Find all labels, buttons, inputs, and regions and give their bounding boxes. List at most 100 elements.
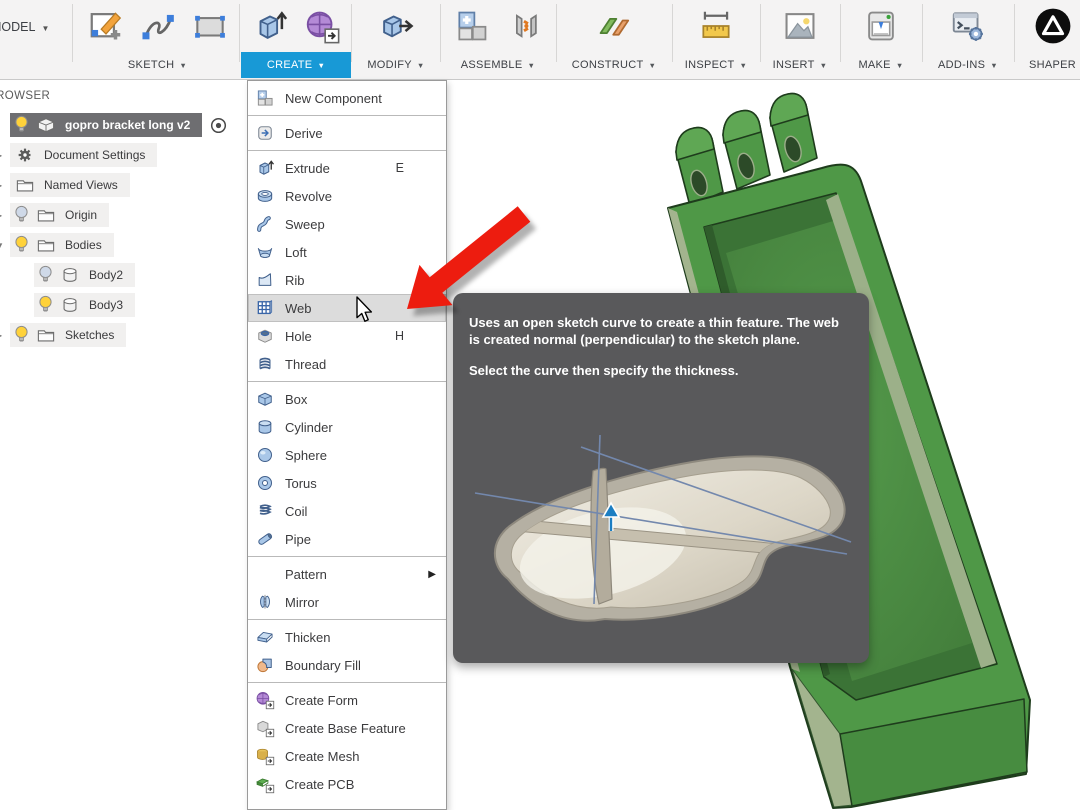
tab-add-ins[interactable]: ADD-INS▼ (923, 52, 1013, 78)
toolbar-group-construct: CONSTRUCT▼ (557, 0, 671, 79)
browser-item-document-settings[interactable]: ▶ Document Settings (0, 140, 246, 170)
menu-item-pipe[interactable]: Pipe (248, 525, 446, 553)
press-pull-icon[interactable] (375, 5, 417, 47)
menu-item-label: Derive (285, 126, 440, 141)
tab-sketch[interactable]: SKETCH▼ (76, 52, 239, 78)
boundary-fill-icon (255, 655, 275, 675)
expand-collapsed-icon[interactable]: ▶ (0, 151, 6, 160)
measure-icon[interactable] (695, 5, 737, 47)
browser-item-named-views[interactable]: ▶Named Views (0, 170, 246, 200)
new-component-icon[interactable] (451, 5, 493, 47)
expand-collapsed-icon[interactable]: ▶ (0, 181, 6, 190)
visibility-bulb-off-icon[interactable] (14, 205, 29, 225)
chevron-down-icon: ▼ (820, 61, 828, 70)
tab-add-ins-label: ADD-INS (938, 59, 985, 71)
menu-item-label: Create Base Feature (285, 721, 440, 736)
menu-item-mirror[interactable]: Mirror (248, 588, 446, 616)
tab-modify[interactable]: MODIFY▼ (353, 52, 439, 78)
3d-print-icon[interactable] (860, 5, 902, 47)
shaper-logo-icon[interactable] (1032, 5, 1074, 47)
insert-image-icon[interactable] (779, 5, 821, 47)
rectangle-icon[interactable] (189, 5, 231, 47)
menu-item-create-pcb[interactable]: Create PCB (248, 770, 446, 798)
browser-item-label: Sketches (65, 328, 114, 342)
create-mesh-icon (255, 746, 275, 766)
toolbar-separator (1014, 4, 1015, 62)
tab-make-label: MAKE (858, 59, 890, 71)
tab-assemble[interactable]: ASSEMBLE▼ (441, 52, 555, 78)
menu-item-extrude[interactable]: ExtrudeE (248, 154, 446, 182)
create-sketch-icon[interactable] (85, 5, 127, 47)
tab-shaper[interactable]: SHAPER (1015, 52, 1080, 78)
toolbar-group-insert: INSERT ▼ (761, 0, 839, 79)
menu-item-cylinder[interactable]: Cylinder (248, 413, 446, 441)
expand-expanded-icon[interactable]: ▼ (0, 241, 6, 250)
expand-collapsed-icon[interactable]: ▶ (0, 211, 6, 220)
tab-inspect[interactable]: INSPECT▼ (673, 52, 759, 78)
menu-item-boundary-fill[interactable]: Boundary Fill (248, 651, 446, 679)
new-component-icon (255, 88, 275, 108)
tab-create[interactable]: CREATE▼ (241, 52, 351, 78)
tab-insert[interactable]: INSERT ▼ (761, 52, 839, 78)
tab-sketch-label: SKETCH (128, 59, 174, 71)
menu-item-label: Thread (285, 357, 440, 372)
visibility-bulb-off-icon[interactable] (38, 265, 53, 285)
options-dots-icon[interactable]: ⋮ (415, 295, 430, 304)
browser-item-gopro-bracket-long-v2[interactable]: gopro bracket long v2 (0, 110, 246, 140)
folder-icon (35, 325, 57, 345)
tab-insert-label: INSERT (773, 59, 815, 71)
menu-item-new-component[interactable]: New Component (248, 84, 446, 112)
browser-item-sketches[interactable]: ▶ Sketches (0, 320, 246, 350)
extrude-icon[interactable] (249, 5, 291, 47)
cylinder-icon (255, 417, 275, 437)
menu-item-shortcut: H (395, 329, 404, 343)
menu-item-label: Create PCB (285, 777, 440, 792)
menu-item-create-form[interactable]: Create Form (248, 686, 446, 714)
menu-item-pattern[interactable]: Pattern▶ (248, 560, 446, 588)
tab-assemble-label: ASSEMBLE (461, 59, 523, 71)
web-feature-preview-image (453, 401, 869, 653)
chevron-down-icon: ▼ (896, 61, 904, 70)
construction-plane-icon[interactable] (593, 5, 635, 47)
tab-make[interactable]: MAKE ▼ (841, 52, 921, 78)
menu-item-web[interactable]: Web⋮ (248, 294, 446, 322)
menu-item-revolve[interactable]: Revolve (248, 182, 446, 210)
menu-item-loft[interactable]: Loft (248, 238, 446, 266)
tab-construct[interactable]: CONSTRUCT▼ (557, 52, 671, 78)
menu-item-box[interactable]: Box (248, 385, 446, 413)
menu-item-hole[interactable]: HoleH (248, 322, 446, 350)
browser-item-label: Document Settings (44, 148, 145, 162)
menu-item-derive[interactable]: Derive (248, 119, 446, 147)
menu-item-sphere[interactable]: Sphere (248, 441, 446, 469)
menu-item-sweep[interactable]: Sweep (248, 210, 446, 238)
browser-item-label: gopro bracket long v2 (65, 118, 190, 132)
toolbar-group-sketch: SKETCH▼ (76, 0, 239, 79)
visibility-bulb-on-icon[interactable] (14, 115, 29, 135)
visibility-bulb-on-icon[interactable] (14, 325, 29, 345)
menu-item-coil[interactable]: Coil (248, 497, 446, 525)
spline-icon[interactable] (137, 5, 179, 47)
visibility-bulb-on-icon[interactable] (14, 235, 29, 255)
main-toolbar: MODEL▼ SKETCH▼CREATE▼MODIFY▼ASSEMBLE▼CON… (0, 0, 1080, 80)
workspace-switcher[interactable]: MODEL▼ (0, 20, 49, 34)
body-icon (59, 265, 81, 285)
browser-item-label: Body3 (89, 298, 123, 312)
activate-component-radio[interactable] (210, 117, 227, 134)
menu-item-rib[interactable]: Rib (248, 266, 446, 294)
visibility-bulb-on-icon[interactable] (38, 295, 53, 315)
browser-item-body2[interactable]: Body2 (0, 260, 246, 290)
browser-item-bodies[interactable]: ▼Bodies (0, 230, 246, 260)
menu-item-thicken[interactable]: Thicken (248, 623, 446, 651)
joint-icon[interactable] (503, 5, 545, 47)
menu-item-create-base-feature[interactable]: Create Base Feature (248, 714, 446, 742)
browser-item-origin[interactable]: ▶ Origin (0, 200, 246, 230)
expand-collapsed-icon[interactable]: ▶ (0, 331, 6, 340)
browser-item-label: Origin (65, 208, 97, 222)
browser-item-body3[interactable]: Body3 (0, 290, 246, 320)
browser-panel-title: BROWSER (0, 90, 246, 102)
scripts-addins-icon[interactable] (947, 5, 989, 47)
form-icon[interactable] (301, 5, 343, 47)
menu-item-torus[interactable]: Torus (248, 469, 446, 497)
menu-item-create-mesh[interactable]: Create Mesh (248, 742, 446, 770)
menu-item-thread[interactable]: Thread (248, 350, 446, 378)
